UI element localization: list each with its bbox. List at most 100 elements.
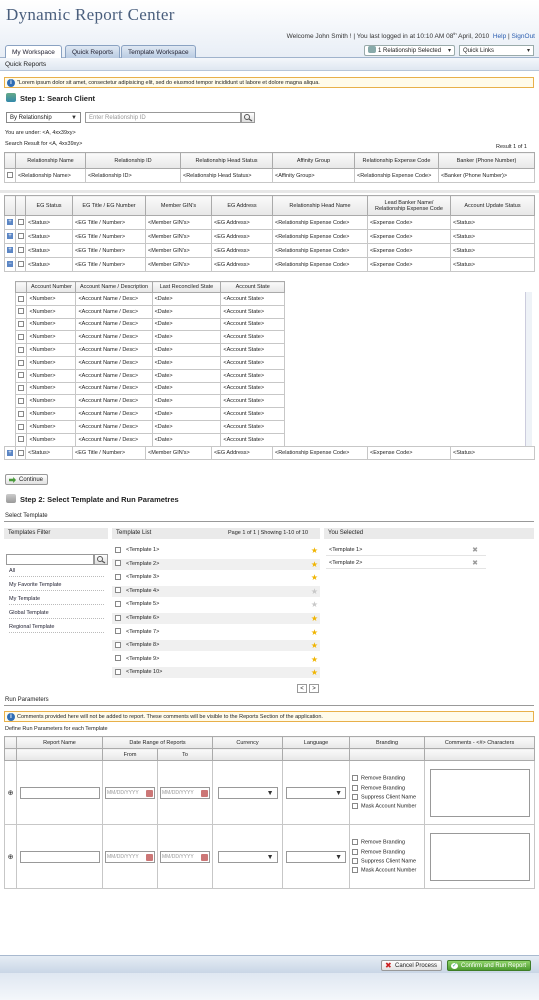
favorite-star-icon[interactable]: ★	[311, 572, 318, 583]
branding-checkbox[interactable]	[352, 803, 359, 810]
account-row[interactable]: <Number> <Account Name / Desc> <Date> <Acco…	[14, 368, 285, 383]
row-checkbox[interactable]	[18, 233, 24, 240]
quick-links-dropdown[interactable]: Quick Links ▾	[459, 45, 534, 56]
favorite-star-icon[interactable]: ★	[311, 667, 318, 678]
row-checkbox[interactable]	[18, 372, 24, 379]
branding-option[interactable]: Remove Branding	[352, 784, 422, 791]
filter-item[interactable]: Global Template	[9, 610, 104, 619]
branding-option[interactable]: Mask Account Number	[352, 803, 422, 810]
row-checkbox[interactable]	[18, 308, 24, 315]
template-row[interactable]: <Template 8> ★	[112, 640, 320, 652]
date-input[interactable]: MM/DD/YYYY	[105, 786, 155, 799]
template-row[interactable]: <Template 2> ★	[112, 558, 320, 570]
expand-icon[interactable]: +	[7, 247, 13, 254]
template-row[interactable]: <Template 9> ★	[112, 654, 320, 665]
account-row[interactable]: <Number> <Account Name / Desc> <Date> <Acco…	[14, 292, 285, 306]
favorite-star-icon[interactable]: ★	[311, 613, 318, 624]
branding-option[interactable]: Remove Branding	[352, 848, 422, 855]
row-checkbox[interactable]	[18, 410, 24, 417]
template-row[interactable]: <Template 5> ★	[112, 599, 320, 610]
template-row[interactable]: <Template 4> ★	[112, 585, 320, 597]
branding-option[interactable]: Mask Account Number	[352, 867, 422, 874]
row-checkbox[interactable]	[18, 423, 24, 430]
row-checkbox[interactable]	[18, 449, 24, 456]
continue-button[interactable]: Continue	[5, 474, 49, 485]
template-row[interactable]: <Template 10> ★	[112, 667, 320, 679]
favorite-star-icon[interactable]: ★	[311, 599, 318, 610]
filter-item[interactable]: My Template	[9, 596, 104, 605]
report-name-input[interactable]	[19, 786, 100, 799]
comments-textarea[interactable]	[429, 768, 530, 817]
favorite-star-icon[interactable]: ★	[311, 559, 318, 570]
template-checkbox[interactable]	[115, 573, 121, 580]
template-row[interactable]: <Template 7> ★	[112, 627, 320, 638]
calendar-icon[interactable]	[146, 853, 153, 861]
calendar-icon[interactable]	[146, 789, 153, 797]
template-checkbox[interactable]	[115, 641, 121, 648]
search-button[interactable]	[241, 112, 255, 123]
branding-checkbox[interactable]	[352, 775, 359, 782]
row-checkbox[interactable]	[18, 346, 24, 353]
template-row[interactable]: <Template 6> ★	[112, 613, 320, 624]
row-checkbox[interactable]	[18, 261, 24, 268]
row-checkbox[interactable]	[18, 334, 24, 341]
row-checkbox[interactable]	[18, 247, 24, 254]
next-page-button[interactable]: >	[309, 684, 319, 693]
favorite-star-icon[interactable]: ★	[311, 627, 318, 638]
row-checkbox[interactable]	[18, 359, 24, 366]
date-input[interactable]: MM/DD/YYYY	[160, 786, 210, 799]
currency-select[interactable]: ▼	[217, 786, 278, 799]
tab-my-workspace[interactable]: My Workspace	[5, 45, 62, 59]
table-row[interactable]: + <Status> <EG Title / Number> <Member GIN'…	[4, 243, 535, 258]
branding-option[interactable]: Suppress Client Name	[352, 794, 422, 800]
expand-icon[interactable]: +	[7, 449, 13, 456]
row-checkbox[interactable]	[18, 398, 24, 405]
language-select[interactable]: ▼	[286, 850, 347, 863]
expand-icon[interactable]: +	[7, 233, 13, 240]
branding-checkbox[interactable]	[352, 858, 359, 864]
report-name-input[interactable]	[19, 850, 100, 863]
collapse-icon[interactable]: −	[7, 261, 13, 268]
branding-checkbox[interactable]	[352, 867, 359, 874]
template-checkbox[interactable]	[115, 655, 121, 662]
account-row[interactable]: <Number> <Account Name / Desc> <Date> <Acco…	[14, 304, 285, 319]
row-checkbox[interactable]	[18, 436, 24, 443]
tab-template-workspace[interactable]: Template Workspace	[121, 45, 196, 58]
filter-item[interactable]: Regional Template	[9, 624, 104, 633]
favorite-star-icon[interactable]: ★	[311, 586, 318, 597]
table-row[interactable]: − <Status> <EG Title / Number> <Member GIN'…	[4, 257, 535, 272]
filter-item[interactable]: My Favorite Template	[9, 582, 104, 591]
row-checkbox[interactable]	[18, 295, 24, 302]
calendar-icon[interactable]	[201, 853, 208, 861]
account-row[interactable]: <Number> <Account Name / Desc> <Date> <Acco…	[14, 343, 285, 357]
branding-checkbox[interactable]	[352, 848, 359, 855]
account-row[interactable]: <Number> <Account Name / Desc> <Date> <Acco…	[14, 419, 285, 434]
remove-icon[interactable]: ✖	[472, 558, 478, 569]
prev-page-button[interactable]: <	[297, 684, 307, 693]
branding-checkbox[interactable]	[352, 784, 359, 791]
search-by-select[interactable]: By Relationship ▼	[6, 112, 81, 123]
branding-option[interactable]: Suppress Client Name	[352, 858, 422, 864]
branding-option[interactable]: Remove Branding	[352, 839, 422, 846]
template-checkbox[interactable]	[115, 668, 121, 675]
branding-checkbox[interactable]	[352, 839, 359, 846]
table-row[interactable]: + <Status> <EG Title / Number> <Member GIN'…	[4, 229, 535, 244]
table-row[interactable]: + <Status> <EG Title / Number> <Member GIN'…	[4, 446, 535, 460]
relationship-id-input[interactable]: Enter Relationship ID	[85, 112, 241, 123]
table-row[interactable]: <Relationship Name> <Relationship ID> <Rel…	[4, 168, 535, 183]
row-checkbox[interactable]	[18, 321, 24, 328]
row-checkbox[interactable]	[18, 219, 24, 226]
calendar-icon[interactable]	[201, 789, 208, 797]
confirm-run-button[interactable]: ✓ Confirm and Run Report	[447, 960, 532, 971]
template-checkbox[interactable]	[115, 600, 121, 607]
currency-select[interactable]: ▼	[217, 850, 278, 863]
tab-quick-reports[interactable]: Quick Reports	[65, 45, 121, 58]
table-row[interactable]: + <Status> <EG Title / Number> <Member GIN'…	[4, 215, 535, 230]
remove-icon[interactable]: ✖	[472, 545, 478, 556]
template-row[interactable]: <Template 1> ★	[112, 545, 320, 556]
template-checkbox[interactable]	[115, 628, 121, 635]
favorite-star-icon[interactable]: ★	[311, 640, 318, 651]
account-row[interactable]: <Number> <Account Name / Desc> <Date> <Acco…	[14, 394, 285, 409]
language-select[interactable]: ▼	[286, 786, 347, 799]
favorite-star-icon[interactable]: ★	[311, 545, 318, 556]
